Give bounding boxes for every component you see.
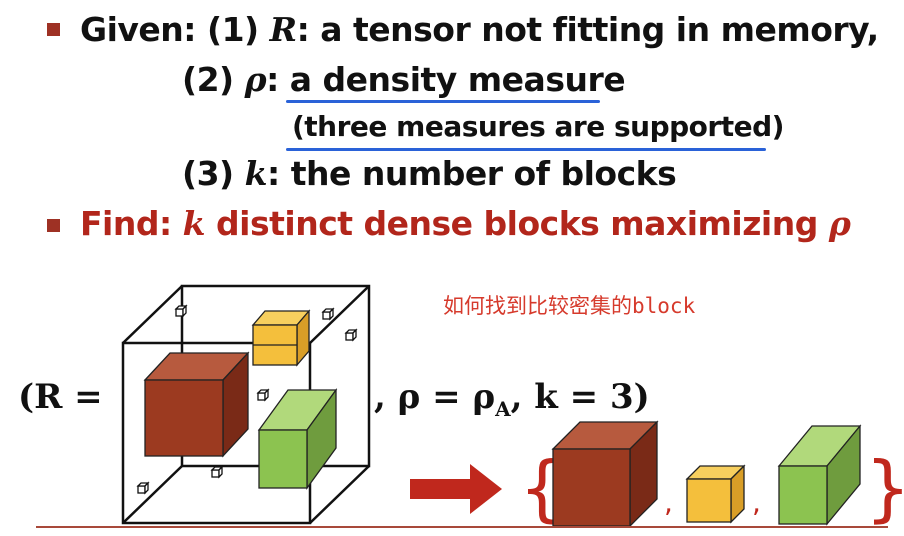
cube-icon xyxy=(174,304,188,318)
cube-icon xyxy=(210,465,224,479)
output-separator-2: , xyxy=(752,486,761,519)
green-block-in-tensor xyxy=(257,387,338,491)
cube-icon xyxy=(256,388,270,402)
cube-icon xyxy=(136,481,150,495)
right-arrow-icon xyxy=(410,464,502,514)
output-green-block xyxy=(777,424,862,526)
output-brown-block xyxy=(551,420,659,528)
yellow-block-in-tensor xyxy=(251,309,311,367)
output-yellow-block xyxy=(685,464,746,524)
output-separator-1: , xyxy=(664,486,673,519)
cube-icon xyxy=(321,307,335,321)
close-brace: } xyxy=(865,446,904,530)
tensor-diagram: { } , , xyxy=(36,284,904,530)
brown-block-in-tensor xyxy=(143,351,250,458)
cube-icon xyxy=(344,328,358,342)
